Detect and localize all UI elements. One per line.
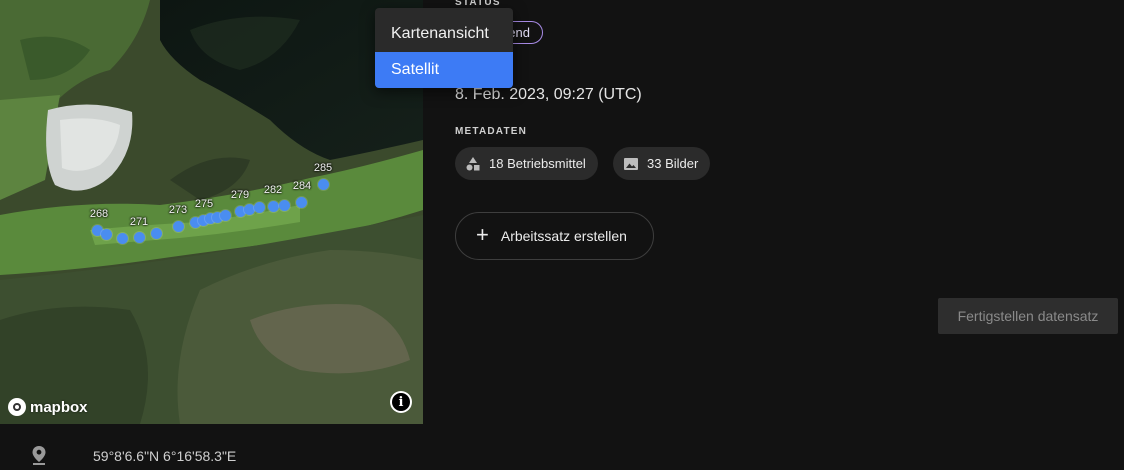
- route-point-label: 282: [263, 184, 283, 196]
- route-point-label: 271: [129, 216, 149, 228]
- route-point[interactable]: [100, 228, 112, 240]
- location-pin-icon: [32, 446, 46, 465]
- route-point[interactable]: [295, 196, 307, 208]
- menu-item-satellite[interactable]: Satellit: [375, 52, 513, 88]
- created-date: 8. Feb. 2023, 09:27 (UTC): [455, 86, 642, 103]
- route-point[interactable]: [133, 231, 145, 243]
- route-point[interactable]: [172, 220, 184, 232]
- route-point-label: 268: [89, 208, 109, 220]
- menu-item-map-view[interactable]: Kartenansicht: [375, 16, 513, 52]
- route-point[interactable]: [253, 201, 265, 213]
- metadata-label: METADATEN: [455, 126, 528, 137]
- route-point[interactable]: [267, 200, 279, 212]
- satellite-map[interactable]: 268 271 273 275 279 282 284 285 mapbox i: [0, 0, 423, 424]
- route-point[interactable]: [243, 203, 255, 215]
- image-icon: [624, 157, 638, 170]
- mapbox-logo-text: mapbox: [30, 398, 88, 416]
- route-point[interactable]: [278, 199, 290, 211]
- route-point[interactable]: [317, 178, 329, 190]
- map-terrain: [0, 0, 423, 424]
- create-workset-button[interactable]: + Arbeitssatz erstellen: [455, 212, 654, 260]
- mapbox-logo[interactable]: mapbox: [8, 398, 88, 416]
- route-point-label: 285: [313, 162, 333, 174]
- status-label: STATUS: [455, 0, 501, 8]
- images-chip-label: 33 Bilder: [647, 156, 699, 171]
- menu-item-label: Kartenansicht: [391, 25, 489, 42]
- plus-icon: +: [476, 222, 489, 247]
- route-point[interactable]: [116, 232, 128, 244]
- route-point[interactable]: [219, 209, 231, 221]
- route-point-label: 275: [194, 198, 214, 210]
- route-point-label: 284: [292, 180, 312, 192]
- equipment-chip[interactable]: 18 Betriebsmittel: [455, 147, 598, 180]
- mapbox-logo-icon: [8, 398, 26, 416]
- menu-item-label: Satellit: [391, 61, 440, 78]
- info-icon: i: [392, 393, 410, 411]
- equipment-chip-label: 18 Betriebsmittel: [489, 156, 586, 171]
- coordinates-text: 59°8'6.6"N 6°16'58.3"E: [93, 448, 237, 464]
- route-point[interactable]: [150, 227, 162, 239]
- shapes-icon: [466, 156, 480, 170]
- finish-dataset-label: Fertigstellen datensatz: [957, 308, 1099, 324]
- map-style-menu: Kartenansicht Satellit: [375, 8, 513, 88]
- images-chip[interactable]: 33 Bilder: [613, 147, 711, 180]
- finish-dataset-button[interactable]: Fertigstellen datensatz: [938, 298, 1118, 334]
- create-workset-label: Arbeitssatz erstellen: [500, 228, 627, 244]
- route-point-label: 279: [230, 189, 250, 201]
- map-info-button[interactable]: i: [390, 391, 412, 413]
- route-point-label: 273: [168, 204, 188, 216]
